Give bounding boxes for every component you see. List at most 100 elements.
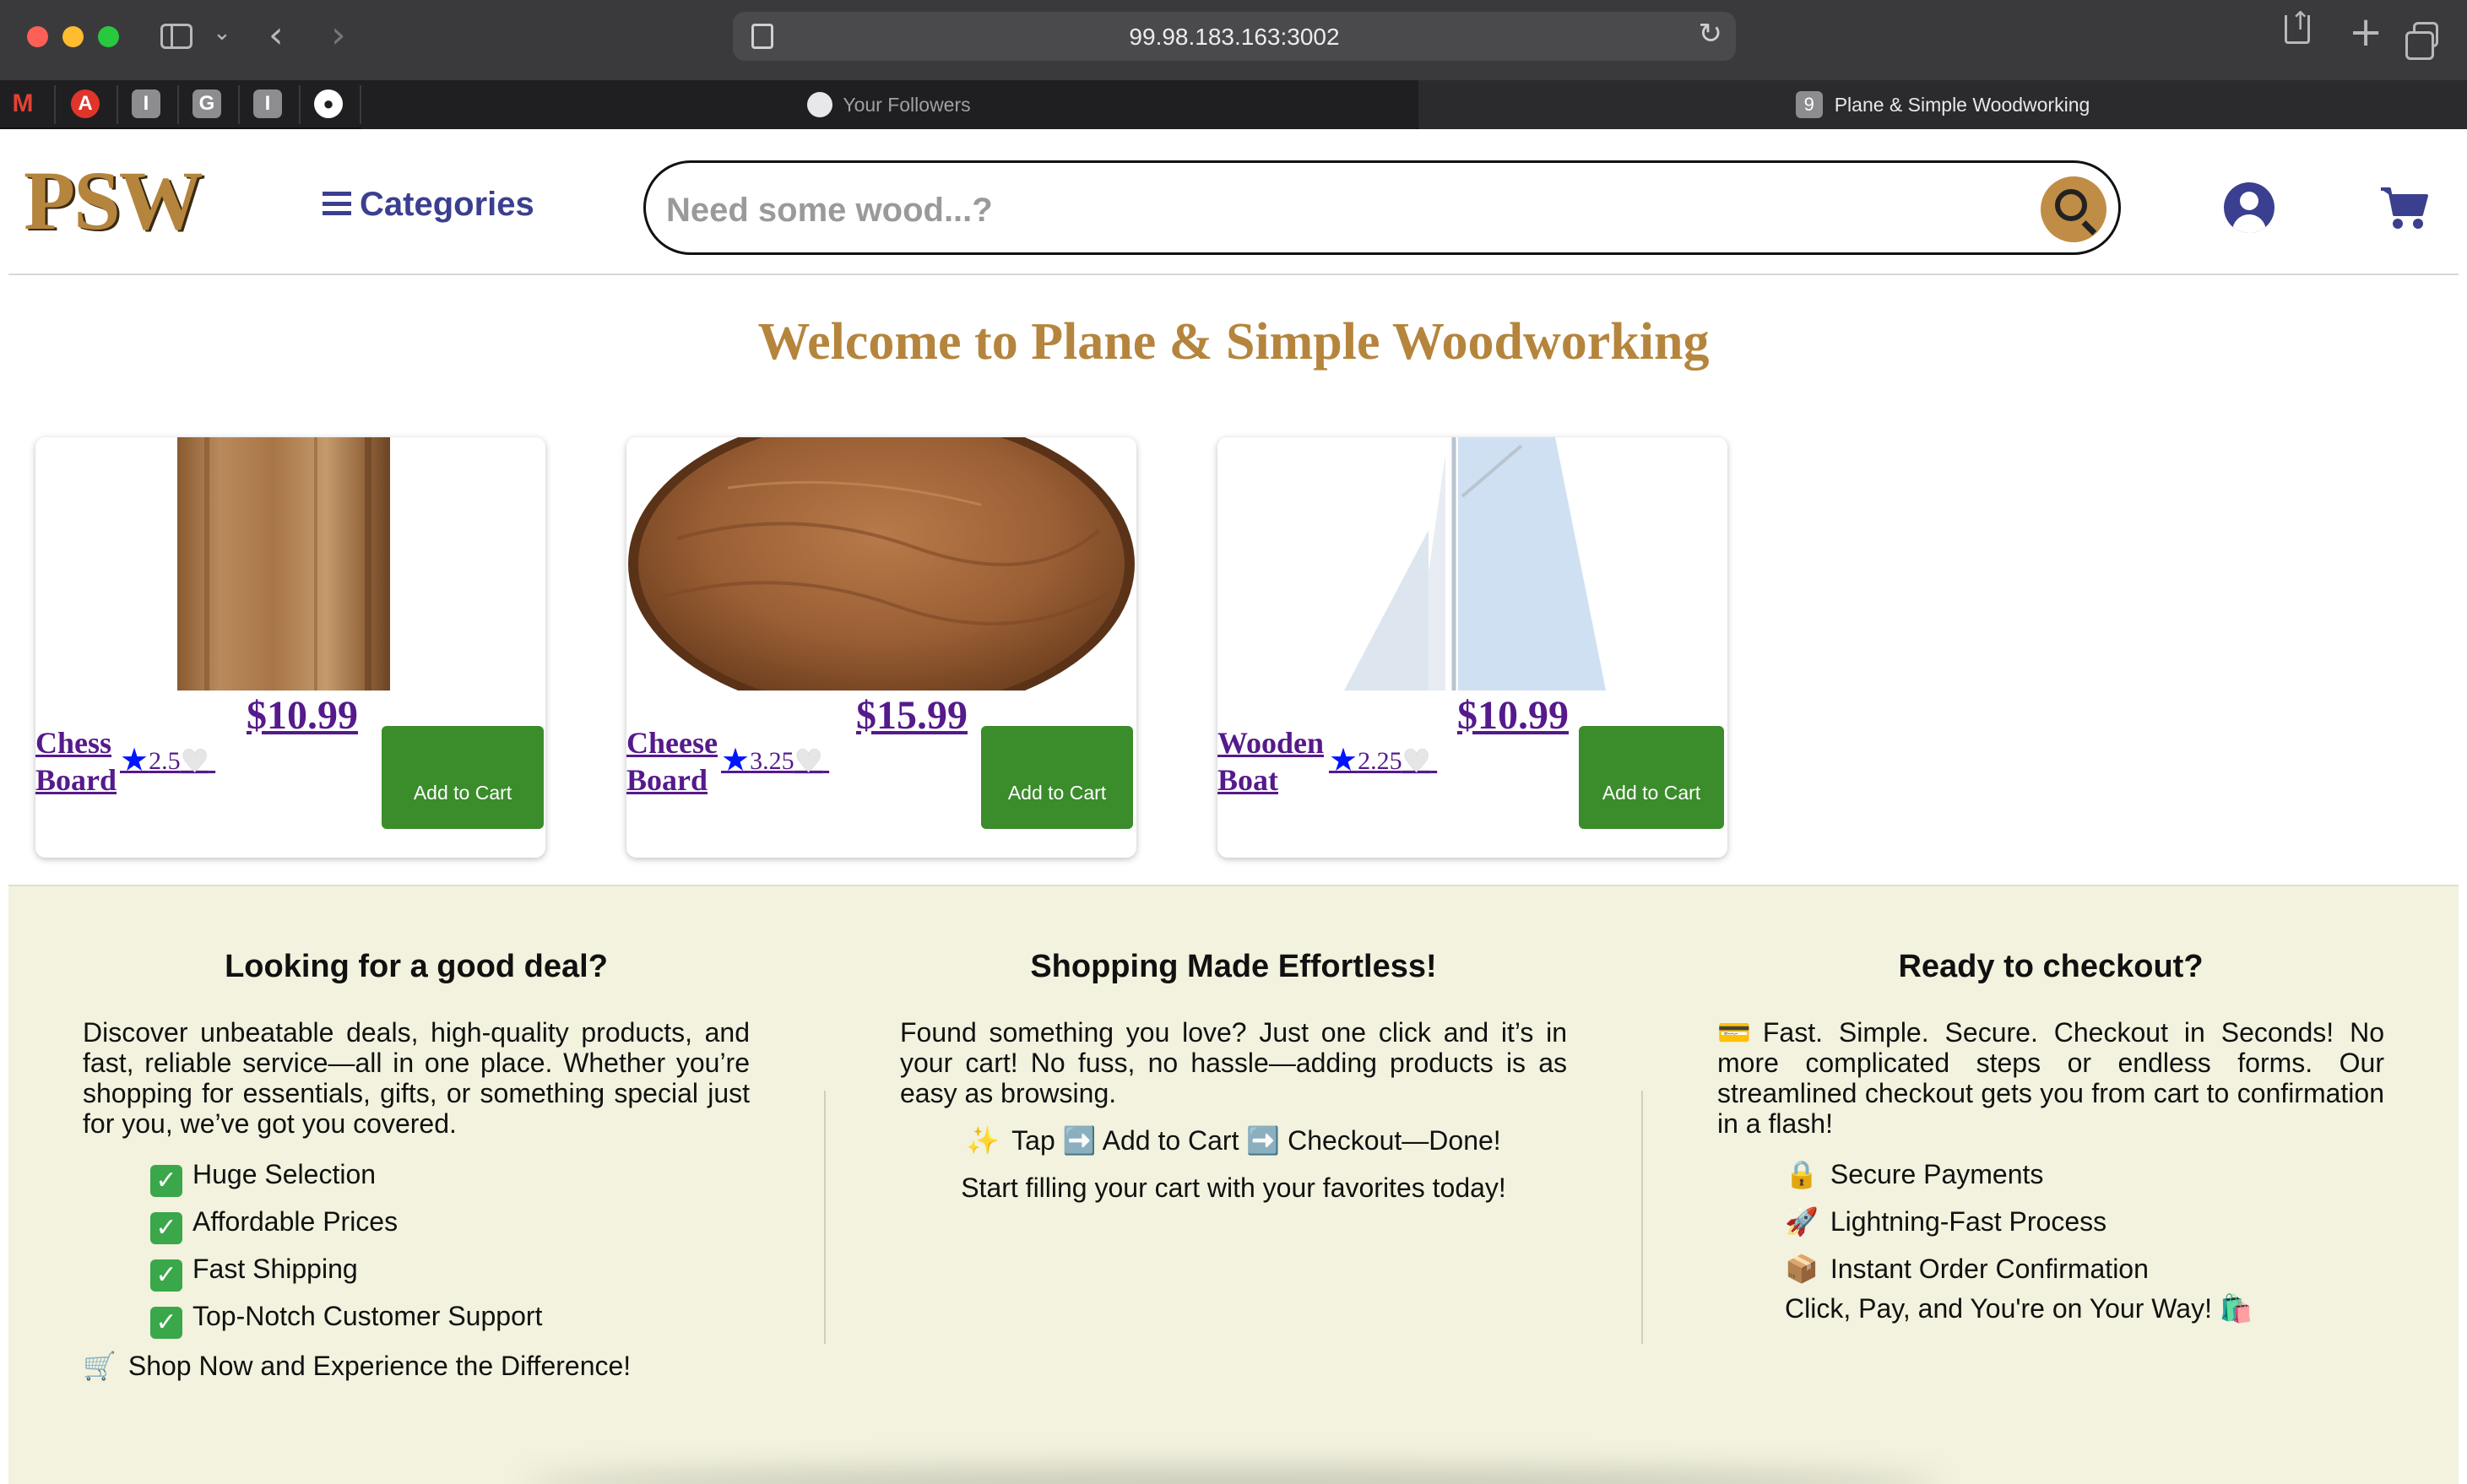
heart-icon[interactable]: ♥	[794, 743, 823, 780]
list-item: 🚀 Lightning-Fast Process	[1785, 1198, 2384, 1245]
checkmark-icon: ✓	[150, 1307, 182, 1339]
tab-divider	[177, 85, 179, 124]
pinned-tab-g[interactable]: G	[192, 89, 221, 118]
shopping-cart-icon: 🛒	[83, 1350, 117, 1382]
account-icon[interactable]	[2224, 182, 2275, 233]
forward-arrow-icon[interactable]: ›	[331, 14, 346, 57]
reload-icon[interactable]: ↻	[1699, 17, 1723, 51]
product-price[interactable]: $15.99	[856, 692, 968, 739]
product-card[interactable]: Chess Board $10.99 ★2.5♥ Add to Cart	[35, 437, 545, 858]
add-to-cart-button[interactable]: Add to Cart	[382, 726, 544, 829]
sidebar-toggle-icon[interactable]	[160, 24, 192, 49]
product-rating[interactable]: ★2.25♥	[1329, 741, 1437, 780]
heart-icon[interactable]: ♥	[1402, 743, 1431, 780]
product-price[interactable]: $10.99	[1457, 692, 1569, 739]
add-to-cart-button[interactable]: Add to Cart	[1579, 726, 1724, 829]
product-card[interactable]: Cheese Board $15.99 ★3.25♥ Add to Cart	[626, 437, 1136, 858]
product-name-link[interactable]: Wooden Boat	[1217, 724, 1324, 799]
back-arrow-icon[interactable]: ‹	[268, 14, 284, 57]
star-icon: ★	[1329, 741, 1358, 778]
product-rating[interactable]: ★2.5♥	[120, 741, 215, 780]
heart-icon[interactable]: ♥	[181, 743, 209, 780]
search-bar	[643, 160, 2121, 255]
promo-deal-list: ✓ Huge Selection ✓ Affordable Prices ✓ Fast…	[150, 1151, 750, 1340]
list-item: ✓ Fast Shipping	[150, 1245, 750, 1292]
tab-divider	[117, 85, 118, 124]
list-item: ✓ Huge Selection	[150, 1151, 750, 1198]
site-logo[interactable]: PSW	[24, 159, 203, 243]
list-item: ✓ Affordable Prices	[150, 1198, 750, 1245]
rating-value: 2.5	[149, 747, 181, 775]
new-tab-icon[interactable]: +	[2349, 8, 2383, 56]
shopping-bag-icon: 🛍️	[2219, 1292, 2253, 1324]
rocket-icon: 🚀	[1785, 1205, 1819, 1238]
minimize-window-button[interactable]	[62, 26, 84, 47]
search-button[interactable]	[2041, 176, 2106, 242]
checkmark-icon: ✓	[150, 1165, 182, 1197]
tab-bar: M A I G I ● Your Followers 9 Plane & Simp…	[0, 80, 2467, 129]
share-arrow-icon: ↑	[2290, 7, 2312, 36]
product-card[interactable]: Wooden Boat $10.99 ★2.25♥ Add to Cart	[1217, 437, 1727, 858]
promo-shopping-column: Shopping Made Effortless! Found somethin…	[900, 949, 1567, 1203]
tab-plane-simple[interactable]: 9 Plane & Simple Woodworking	[1418, 80, 2467, 129]
header-divider	[8, 274, 2459, 275]
wooden-boat-image	[1344, 437, 1606, 691]
address-bar[interactable]: 99.98.183.163:3002 ↻	[733, 12, 1736, 61]
tab-your-followers[interactable]: Your Followers	[361, 80, 1417, 129]
column-divider	[824, 1091, 826, 1344]
search-input[interactable]	[666, 187, 1933, 234]
github-icon[interactable]: ●	[314, 89, 343, 118]
product-image[interactable]	[35, 437, 545, 691]
promo-deal-footer: 🛒 Shop Now and Experience the Difference!	[83, 1350, 632, 1382]
list-item: 🔒 Secure Payments	[1785, 1151, 2384, 1198]
promo-deal-heading: Looking for a good deal?	[225, 949, 608, 984]
list-item: ✓ Top-Notch Customer Support	[150, 1292, 750, 1340]
add-to-cart-button[interactable]: Add to Cart	[981, 726, 1133, 829]
checkmark-icon: ✓	[150, 1259, 182, 1292]
categories-menu-button[interactable]: Categories	[323, 186, 534, 224]
rating-value: 3.25	[750, 747, 794, 775]
product-name-link[interactable]: Cheese Board	[626, 724, 718, 799]
tab-divider	[54, 85, 56, 124]
promo-checkout-column: Ready to checkout? 💳 Fast. Simple. Secure…	[1717, 949, 2384, 1324]
promo-section: Looking for a good deal? Discover unbeat…	[8, 885, 2459, 1484]
tab-overview-icon[interactable]	[2405, 22, 2438, 60]
sparkles-icon: ✨	[966, 1124, 1000, 1156]
cart-icon[interactable]	[2379, 184, 2428, 231]
checkmark-icon: ✓	[150, 1212, 182, 1244]
tab-divider	[238, 85, 240, 124]
product-name-link[interactable]: Chess Board	[35, 724, 120, 799]
promo-checkout-heading: Ready to checkout?	[1898, 949, 2204, 984]
github-favicon-icon	[807, 91, 833, 117]
hamburger-icon	[323, 192, 351, 216]
url-text[interactable]: 99.98.183.163:3002	[733, 24, 1736, 51]
lock-icon: 🔒	[1785, 1158, 1819, 1190]
product-rating[interactable]: ★3.25♥	[721, 741, 829, 780]
pinned-tab-i[interactable]: I	[132, 89, 160, 118]
browser-titlebar: ⌄ ‹ › 99.98.183.163:3002 ↻ ↑ +	[0, 0, 2467, 80]
star-icon: ★	[721, 741, 751, 778]
fullscreen-window-button[interactable]	[98, 26, 119, 47]
promo-checkout-list: 🔒 Secure Payments 🚀 Lightning-Fast Process…	[1785, 1151, 2384, 1292]
promo-shopping-body: Found something you love? Just one click…	[900, 1017, 1567, 1108]
promo-deal-column: Looking for a good deal? Discover unbeat…	[83, 949, 750, 1382]
tab-label: Plane & Simple Woodworking	[1834, 94, 2090, 116]
promo-checkout-body: 💳 Fast. Simple. Secure. Checkout in Secon…	[1717, 1016, 2384, 1139]
promo-shopping-footer: Start filling your cart with your favori…	[961, 1173, 1506, 1203]
product-price[interactable]: $10.99	[247, 692, 358, 739]
chess-board-image	[177, 437, 390, 691]
pinned-tab-i-2[interactable]: I	[253, 89, 282, 118]
product-image[interactable]	[626, 437, 1136, 691]
gmail-icon[interactable]: M	[8, 89, 37, 118]
cheese-board-image	[628, 437, 1135, 691]
chevron-down-icon[interactable]: ⌄	[213, 20, 231, 46]
welcome-heading: Welcome to Plane & Simple Woodworking	[757, 313, 1710, 371]
tab-label: Your Followers	[843, 94, 971, 116]
list-item: 📦 Instant Order Confirmation	[1785, 1245, 2384, 1292]
pinned-tab-a[interactable]: A	[71, 89, 100, 118]
search-icon	[2055, 189, 2087, 221]
product-image[interactable]	[1217, 437, 1727, 691]
package-icon: 📦	[1785, 1253, 1819, 1285]
close-window-button[interactable]	[27, 26, 48, 47]
promo-deal-body: Discover unbeatable deals, high-quality …	[83, 1017, 750, 1139]
